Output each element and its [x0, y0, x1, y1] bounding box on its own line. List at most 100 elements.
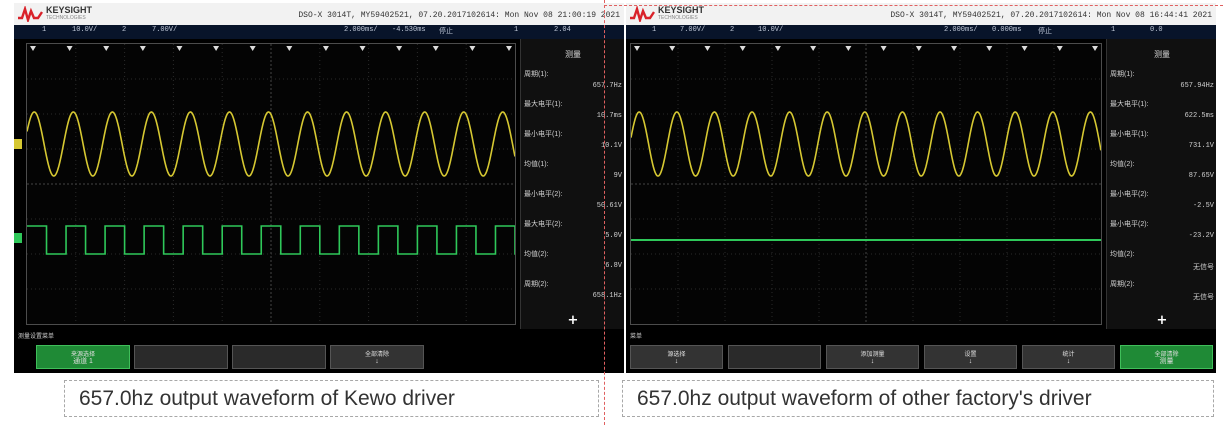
softkey-sub: ↓ [674, 358, 679, 365]
brand-name: KEYSIGHT [46, 5, 93, 15]
measurement-value: 50.61V [596, 202, 622, 210]
right-graticule [631, 44, 1101, 324]
measurement-value: 10.7ms [596, 112, 622, 120]
right-add-measurement-icon[interactable]: + [1107, 313, 1216, 328]
left-measurement-item[interactable]: 最大电平(1): 10.7ms [524, 99, 622, 133]
left-measurement-item[interactable]: 最小电平(1): 10.1V [524, 129, 622, 163]
panel-divider [604, 0, 605, 425]
right-trigger-level: 0.0 [1150, 26, 1163, 34]
softkey-sub: ↓ [968, 358, 973, 365]
right-measurement-item[interactable]: 最大电平(1): 622.5ms [1110, 99, 1214, 133]
measurement-value: 6.8V [605, 262, 622, 270]
left-measurement-item[interactable]: 周期(2): 658.1Hz [524, 279, 622, 313]
grid-marker-icon [432, 46, 439, 51]
softkey-label: 来源选择 [70, 352, 95, 358]
measurement-value: 9V [613, 172, 622, 180]
right-status-bar: 1 7.00V/ 2 10.0V/ 2.000ms/ 0.000ms 停止 1 … [626, 25, 1216, 39]
grid-marker-icon [880, 46, 887, 51]
left-measurement-item[interactable]: 周期(1): 657.7Hz [524, 69, 622, 103]
grid-marker-icon [669, 46, 676, 51]
right-measurement-item[interactable]: 均值(2): 无信号 [1110, 249, 1214, 283]
right-softkey-5[interactable]: 统计 ↓ [1022, 345, 1115, 369]
softkey-label: 源选择 [667, 352, 686, 358]
right-softkey-menu-title: 菜单 [630, 334, 643, 340]
grid-marker-icon [986, 46, 993, 51]
measurement-label: 最小电平(2): [1110, 191, 1149, 198]
right-measurement-item[interactable]: 周期(2): 无信号 [1110, 279, 1214, 313]
grid-marker-icon [1056, 46, 1063, 51]
right-measurement-item[interactable]: 均值(2): 87.65V [1110, 159, 1214, 193]
grid-marker-icon [213, 46, 220, 51]
right-trigger-src: 1 [1111, 26, 1116, 34]
left-softkey-2[interactable] [134, 345, 228, 369]
softkey-label: 添加测量 [860, 352, 885, 358]
measurement-label: 均值(1): [524, 161, 549, 168]
measurement-value: 731.1V [1188, 142, 1214, 150]
left-ch2-marker-icon[interactable] [14, 233, 22, 243]
left-softkey-row: 来源选择 通道 1 全部清除 ↓ [14, 343, 624, 371]
right-softkey-3[interactable]: 添加测量 ↓ [826, 345, 919, 369]
grid-marker-icon [30, 46, 36, 51]
right-softkey-2[interactable] [728, 345, 821, 369]
left-measurement-panel: 测量 周期(1): 657.7Hz 最大电平(1): 10.7ms 最小电平(1): 10… [520, 39, 624, 329]
left-softkey-3[interactable] [232, 345, 326, 369]
left-waveform-grid[interactable] [26, 43, 516, 325]
left-graticule [27, 44, 515, 324]
left-ch1-marker-icon[interactable] [14, 139, 22, 149]
measurement-label: 最大电平(1): [1110, 101, 1149, 108]
grid-marker-icon [739, 46, 746, 51]
left-measurement-item[interactable]: 均值(1): 9V [524, 159, 622, 193]
right-softkey-6[interactable]: 全部清除 测量 [1120, 345, 1213, 369]
right-ch2-scale: 10.0V/ [758, 26, 784, 34]
right-waveform-grid[interactable] [630, 43, 1102, 325]
right-measurement-item[interactable]: 最小电平(2): -2.5V [1110, 189, 1214, 223]
right-run-state[interactable]: 停止 [1038, 26, 1052, 36]
right-measurement-item[interactable]: 最小电平(1): 731.1V [1110, 129, 1214, 163]
panel-top-rule [604, 5, 1223, 6]
left-caption: 657.0hz output waveform of Kewo driver [64, 380, 599, 417]
right-delay: 0.000ms [992, 26, 1022, 34]
left-ch1-num[interactable]: 1 [42, 26, 46, 34]
measurement-value: 无信号 [1193, 264, 1214, 272]
right-softkey-1[interactable]: 源选择 ↓ [630, 345, 723, 369]
left-device-info: DSO-X 3014T, MY59402521, 07.20.201710261… [298, 11, 620, 20]
right-oscilloscope-screen: KEYSIGHT TECHNOLOGIES DSO-X 3014T, MY594… [626, 3, 1216, 373]
right-softkey-4[interactable]: 设置 ↓ [924, 345, 1017, 369]
left-softkey-4[interactable]: 全部清除 ↓ [330, 345, 424, 369]
right-measurement-item[interactable]: 周期(1): 657.94Hz [1110, 69, 1214, 103]
grid-marker-icon [176, 46, 183, 51]
measurement-value: -2.5V [1192, 202, 1214, 210]
measurement-label: 最大电平(1): [524, 101, 563, 108]
left-status-bar: 1 10.0V/ 2 7.00V/ 2.000ms/ -4.530ms 停止 1… [14, 25, 624, 39]
right-softkey-row: 源选择 ↓ 添加测量 ↓ 设置 ↓ 统计 ↓ 全部清除 测量 [626, 343, 1216, 371]
measurement-value: 5.0V [605, 232, 622, 240]
left-measurement-item[interactable]: 最小电平(2): 50.61V [524, 189, 622, 223]
grid-marker-icon [1092, 46, 1098, 51]
grid-marker-icon [469, 46, 476, 51]
grid-marker-icon [704, 46, 711, 51]
left-run-state[interactable]: 停止 [439, 26, 453, 36]
right-ch1-num[interactable]: 1 [652, 26, 656, 34]
brand-sub: TECHNOLOGIES [46, 15, 86, 21]
left-delay: -4.530ms [392, 26, 426, 34]
measurement-value: -23.2V [1188, 232, 1214, 240]
grid-marker-icon [359, 46, 366, 51]
grid-marker-icon [810, 46, 817, 51]
left-ch1-scale: 10.0V/ [72, 26, 98, 34]
left-ch2-num[interactable]: 2 [122, 26, 126, 34]
left-softkey-1[interactable]: 来源选择 通道 1 [36, 345, 130, 369]
left-measurement-item[interactable]: 均值(2): 6.8V [524, 249, 622, 283]
left-measure-title: 测量 [565, 50, 581, 59]
right-measurement-item[interactable]: 最小电平(2): -23.2V [1110, 219, 1214, 253]
left-measurement-item[interactable]: 最大电平(2): 5.0V [524, 219, 622, 253]
grid-marker-icon [634, 46, 640, 51]
measurement-label: 最小电平(2): [524, 191, 563, 198]
grid-marker-icon [396, 46, 403, 51]
right-ch1-scale: 7.00V/ [680, 26, 706, 34]
right-ch2-num[interactable]: 2 [730, 26, 734, 34]
grid-marker-icon [774, 46, 781, 51]
measurement-value: 622.5ms [1184, 112, 1214, 120]
left-ch2-scale: 7.00V/ [152, 26, 178, 34]
left-add-measurement-icon[interactable]: + [521, 313, 624, 328]
grid-marker-icon [845, 46, 852, 51]
